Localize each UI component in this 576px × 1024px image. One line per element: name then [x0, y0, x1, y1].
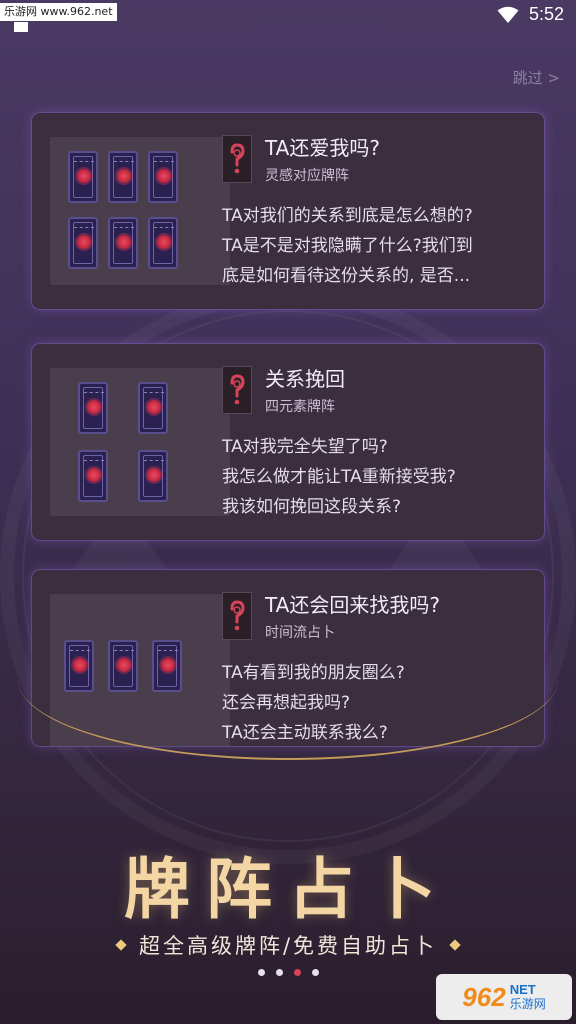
tarot-card-icon — [108, 151, 138, 203]
watermark-net: NET — [509, 982, 536, 997]
spread-description-line: TA有看到我的朋友圈么? — [222, 663, 405, 683]
tagline: 超全高级牌阵/免费自助占卜 — [138, 934, 438, 958]
page-dot[interactable] — [257, 969, 265, 976]
spread-title: 关系挽回 — [265, 367, 345, 391]
page-dot[interactable] — [275, 969, 283, 976]
question-mark-icon — [222, 366, 252, 414]
spread-description-line: TA对我们的关系到底是怎么想的? — [222, 206, 473, 226]
question-mark-icon — [222, 135, 252, 183]
tarot-card-icon — [138, 382, 168, 434]
notification-icon — [14, 22, 28, 32]
status-bar: 乐游网 www.962.net 5:52 — [0, 0, 576, 32]
status-right-group: 5:52 — [497, 4, 564, 25]
tarot-card-icon — [108, 640, 138, 692]
spread-description: TA对我完全失望了吗? 我怎么做才能让TA重新接受我? 我该如何挽回这段关系? — [222, 432, 522, 522]
spread-description-line: TA还会主动联系我么? — [222, 723, 388, 743]
watermark-number: 962 — [462, 981, 506, 1012]
question-mark-icon — [222, 592, 252, 640]
spread-title: TA还爱我吗? — [265, 136, 380, 160]
tagline-row: 超全高级牌阵/免费自助占卜 — [0, 930, 576, 960]
spread-description-line: TA是不是对我隐瞒了什么?我们到 — [222, 236, 473, 256]
spread-card[interactable]: TA还会回来找我吗? 时间流占卜 TA有看到我的朋友圈么? 还会再想起我吗? T… — [32, 570, 544, 746]
spread-description: TA对我们的关系到底是怎么想的? TA是不是对我隐瞒了什么?我们到 底是如何看待… — [222, 201, 522, 291]
spread-subtitle: 灵感对应牌阵 — [265, 168, 349, 184]
page-headline: 牌阵占卜 — [124, 850, 452, 928]
tarot-card-icon — [64, 640, 94, 692]
tarot-card-icon — [78, 382, 108, 434]
spread-thumbnail — [50, 594, 230, 746]
tarot-card-icon — [148, 217, 178, 269]
spread-description-line: TA对我完全失望了吗? — [222, 437, 388, 457]
tarot-card-icon — [152, 640, 182, 692]
tarot-card-icon — [68, 217, 98, 269]
status-time: 5:52 — [528, 4, 564, 24]
skip-button[interactable]: 跳过 > — [513, 67, 560, 88]
watermark-text-group: NET 乐游网 — [509, 982, 546, 1012]
spread-description-line: 我该如何挽回这段关系? — [222, 497, 402, 517]
spread-description: TA有看到我的朋友圈么? 还会再想起我吗? TA还会主动联系我么? — [222, 658, 522, 746]
watermark-sub: 乐游网 — [509, 997, 546, 1011]
spread-card[interactable]: TA还爱我吗? 灵感对应牌阵 TA对我们的关系到底是怎么想的? TA是不是对我隐… — [32, 113, 544, 309]
spread-card[interactable]: 关系挽回 四元素牌阵 TA对我完全失望了吗? 我怎么做才能让TA重新接受我? 我… — [32, 344, 544, 540]
spread-description-line: 我怎么做才能让TA重新接受我? — [222, 467, 456, 487]
spread-thumbnail — [50, 137, 230, 285]
spread-thumbnail — [50, 368, 230, 516]
tarot-card-icon — [138, 450, 168, 502]
spread-subtitle: 四元素牌阵 — [265, 399, 335, 415]
spread-description-line: 底是如何看待这份关系的, 是否... — [222, 266, 471, 286]
bottom-watermark-logo: 962 NET 乐游网 — [436, 974, 572, 1020]
top-watermark: 乐游网 www.962.net — [0, 3, 117, 21]
diamond-icon — [449, 939, 461, 951]
diamond-icon — [115, 939, 127, 951]
wifi-icon — [497, 6, 519, 24]
tarot-card-icon — [78, 450, 108, 502]
tarot-card-icon — [108, 217, 138, 269]
page-dot-active[interactable] — [293, 969, 301, 976]
tarot-card-icon — [148, 151, 178, 203]
page-dot[interactable] — [311, 969, 319, 976]
tarot-card-icon — [68, 151, 98, 203]
spread-subtitle: 时间流占卜 — [265, 625, 335, 641]
spread-title: TA还会回来找我吗? — [265, 593, 440, 617]
spread-description-line: 还会再想起我吗? — [222, 693, 351, 713]
